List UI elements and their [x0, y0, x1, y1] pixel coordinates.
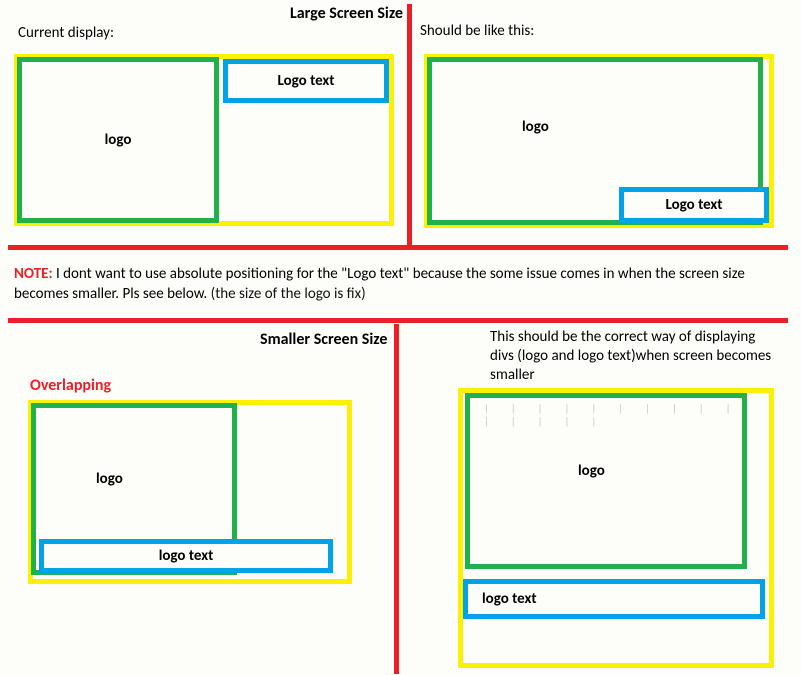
label-should-be: Should be like this: — [420, 22, 534, 40]
note-text: NOTE: I dont want to use absolute positi… — [14, 264, 774, 305]
divider-horizontal-1 — [8, 245, 788, 250]
container-small-correct: | | | | | | | | | | | | | | | logo logo … — [458, 388, 774, 668]
label-overlapping: Overlapping — [30, 376, 111, 395]
logo-text-box: Logo text — [619, 187, 769, 223]
divider-horizontal-2 — [8, 318, 788, 323]
divider-vertical-bottom — [394, 324, 399, 674]
logo-text-box: Logo text — [223, 59, 389, 103]
divider-vertical-top — [407, 4, 412, 247]
container-large-current: logo Logo text — [14, 54, 394, 226]
container-small-overlap: logo logo text — [28, 400, 352, 584]
note-label: NOTE: — [14, 265, 53, 283]
note-paren: (the size of the logo is fix) — [211, 285, 366, 303]
container-large-correct: logo Logo text — [424, 54, 774, 228]
logo-box: | | | | | | | | | | | | | | | logo — [465, 393, 747, 569]
logo-label: logo — [96, 470, 123, 488]
logo-box: logo — [17, 57, 219, 223]
label-current-display: Current display: — [18, 24, 114, 42]
logo-text-box: logo text — [463, 579, 765, 619]
dotted-guide: | | | | | | | | | | | | | | | — [484, 402, 742, 428]
heading-large-screen: Large Screen Size — [290, 4, 403, 23]
logo-text-box: logo text — [39, 539, 333, 573]
desc-correct-small: This should be the correct way of displa… — [490, 328, 780, 384]
logo-label: logo — [522, 118, 549, 136]
logo-label: logo — [578, 462, 605, 480]
note-body: I dont want to use absolute positioning … — [14, 265, 745, 303]
heading-smaller-screen: Smaller Screen Size — [260, 330, 387, 349]
